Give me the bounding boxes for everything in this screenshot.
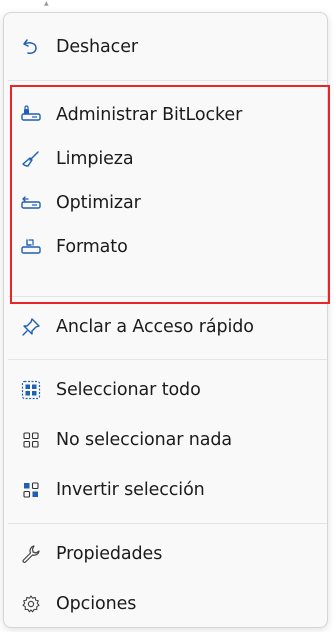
invert-selection-icon <box>20 479 42 501</box>
select-none-icon <box>20 429 42 451</box>
optimize-icon <box>20 192 42 214</box>
menu-item-label: Anclar a Acceso rápido <box>56 317 254 337</box>
menu-item-deshacer[interactable]: Deshacer <box>20 25 320 69</box>
menu-item-label: No seleccionar nada <box>56 430 233 450</box>
menu-item-label: Propiedades <box>56 544 163 564</box>
menu-item-invertir[interactable]: Invertir selección <box>20 468 320 512</box>
menu-item-opciones[interactable]: Opciones <box>20 582 320 626</box>
menu-item-label: Limpieza <box>56 149 134 169</box>
menu-item-anclar[interactable]: Anclar a Acceso rápido <box>20 305 320 349</box>
menu-item-label: Opciones <box>56 594 137 614</box>
pin-icon <box>20 316 42 338</box>
background-window-fragment: ▲ <box>44 0 49 7</box>
context-menu: Deshacer Administrar BitLocker Limpieza … <box>3 12 328 628</box>
menu-item-label: Administrar BitLocker <box>56 105 243 125</box>
screenshot-stage: ▲ Deshacer Administrar BitLocker Limpiez… <box>0 0 334 632</box>
bitlocker-icon <box>20 104 42 126</box>
wrench-icon <box>20 543 42 565</box>
menu-item-label: Optimizar <box>56 193 141 213</box>
format-icon <box>20 236 42 258</box>
menu-separator <box>8 523 327 524</box>
undo-icon <box>20 36 42 58</box>
menu-item-label: Invertir selección <box>56 480 205 500</box>
menu-item-bitlocker[interactable]: Administrar BitLocker <box>20 93 320 137</box>
menu-separator <box>8 80 327 81</box>
menu-item-optimizar[interactable]: Optimizar <box>20 181 320 225</box>
select-all-icon <box>20 379 42 401</box>
menu-separator <box>8 359 327 360</box>
menu-item-propiedades[interactable]: Propiedades <box>20 532 320 576</box>
broom-icon <box>20 148 42 170</box>
menu-item-formato[interactable]: Formato <box>20 225 320 269</box>
menu-item-limpieza[interactable]: Limpieza <box>20 137 320 181</box>
menu-item-label: Seleccionar todo <box>56 380 201 400</box>
menu-item-label: Deshacer <box>56 37 138 57</box>
gear-icon <box>20 593 42 615</box>
menu-item-label: Formato <box>56 237 128 257</box>
menu-item-no-seleccionar[interactable]: No seleccionar nada <box>20 418 320 462</box>
menu-item-seleccionar-todo[interactable]: Seleccionar todo <box>20 368 320 412</box>
menu-separator <box>8 296 327 297</box>
